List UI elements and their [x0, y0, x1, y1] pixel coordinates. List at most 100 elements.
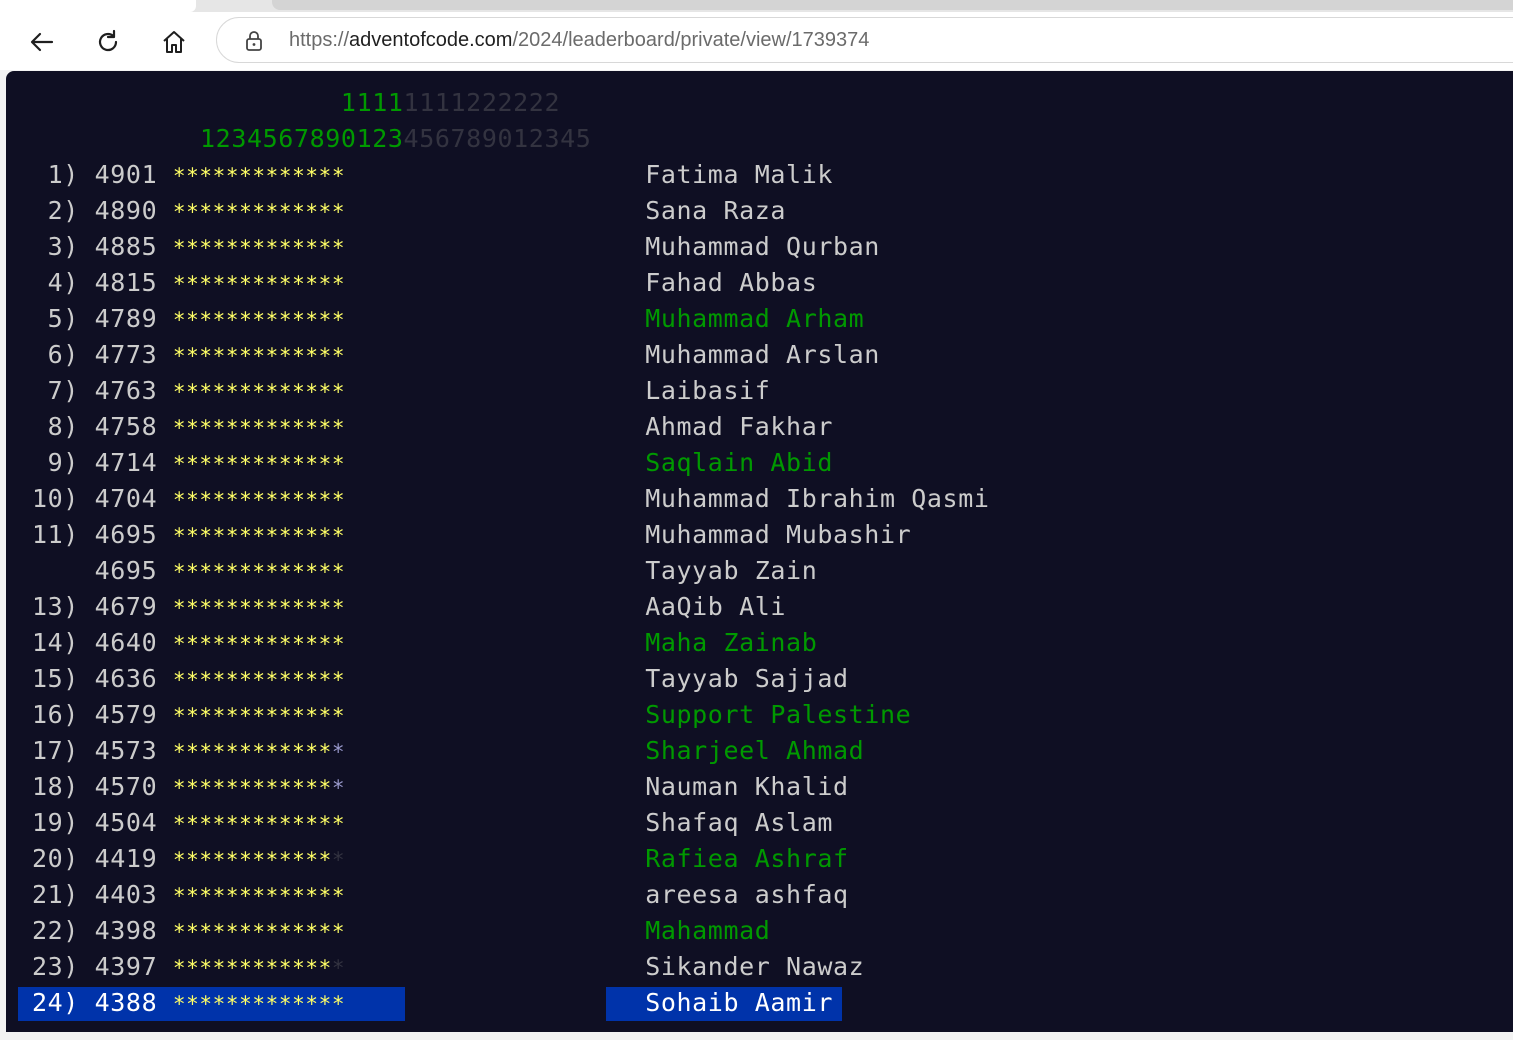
gold-star-icon: *: [318, 920, 332, 944]
member-name: areesa ashfaq: [645, 880, 849, 909]
gold-star-icon: *: [292, 848, 306, 872]
gold-star-icon: *: [225, 236, 240, 260]
gold-star-icon: *: [265, 236, 279, 260]
gold-star-icon: *: [212, 200, 226, 224]
gold-star-icon: *: [186, 884, 200, 908]
gold-star-icon: *: [172, 740, 187, 764]
member-name-link[interactable]: Sharjeel Ahmad: [645, 733, 864, 769]
gold-star-icon: *: [172, 884, 187, 908]
gold-star-icon: *: [331, 920, 346, 944]
gold-star-icon: *: [225, 488, 240, 512]
gold-star-icon: *: [331, 632, 346, 656]
gold-star-icon: *: [265, 308, 279, 332]
leaderboard-row: 13) 4679 *************: [32, 589, 345, 626]
gold-star-icon: *: [318, 956, 332, 980]
gold-star-icon: *: [172, 776, 187, 800]
member-name: Laibasif: [645, 376, 771, 405]
gold-star-icon: *: [331, 992, 346, 1016]
gold-star-icon: *: [172, 524, 187, 548]
gold-star-icon: *: [225, 308, 240, 332]
gold-star-icon: *: [199, 704, 213, 728]
score: 4504: [94, 808, 173, 837]
active-tab[interactable]: [0, 0, 196, 12]
rank: 2): [32, 196, 95, 225]
gold-star-icon: *: [199, 920, 213, 944]
member-name-link[interactable]: Rafiea Ashraf: [645, 841, 848, 877]
gold-star-icon: *: [292, 668, 306, 692]
gold-star-icon: *: [331, 452, 346, 476]
gold-star-icon: *: [305, 956, 319, 980]
gold-star-icon: *: [292, 236, 306, 260]
member-name-link[interactable]: Support Palestine: [645, 697, 911, 733]
gold-star-icon: *: [331, 704, 346, 728]
gold-star-icon: *: [172, 452, 187, 476]
member-name: Muhammad Qurban: [645, 232, 880, 261]
gold-star-icon: *: [265, 164, 279, 188]
refresh-button[interactable]: [90, 26, 126, 58]
gold-star-icon: *: [239, 164, 253, 188]
member-name: Ahmad Fakhar: [645, 412, 834, 441]
gold-star-icon: *: [212, 308, 226, 332]
gold-star-icon: *: [305, 812, 319, 836]
gold-star-icon: *: [331, 308, 346, 332]
gold-star-icon: *: [239, 272, 253, 296]
member-name-link[interactable]: Maha Zainab: [645, 625, 817, 661]
gold-star-icon: *: [318, 272, 332, 296]
gold-star-icon: *: [199, 200, 213, 224]
gold-star-icon: *: [212, 992, 226, 1016]
member-name-link[interactable]: Mahammad: [645, 913, 770, 949]
gold-star-icon: *: [252, 164, 266, 188]
gold-star-icon: *: [252, 452, 266, 476]
gold-star-icon: *: [252, 704, 266, 728]
lock-icon[interactable]: [243, 30, 265, 52]
back-button[interactable]: [24, 26, 60, 58]
gold-star-icon: *: [305, 380, 319, 404]
gold-star-icon: *: [199, 812, 213, 836]
gold-star-icon: *: [305, 596, 319, 620]
gold-star-icon: *: [305, 848, 319, 872]
gold-star-icon: *: [172, 200, 187, 224]
gold-star-icon: *: [305, 704, 319, 728]
leaderboard-page: 11111111222222 1234567890123456789012345…: [6, 71, 1513, 1032]
url-text[interactable]: https://adventofcode.com/2024/leaderboar…: [289, 29, 869, 52]
gold-star-icon: *: [331, 596, 346, 620]
member-name-link[interactable]: Saqlain Abid: [645, 445, 833, 481]
score: 4419: [94, 844, 173, 873]
gold-star-icon: *: [252, 812, 266, 836]
gold-star-icon: *: [172, 596, 187, 620]
leaderboard-row: 7) 4763 *************: [32, 373, 345, 410]
rank: 23): [32, 952, 95, 981]
url-domain: adventofcode.com: [349, 29, 513, 51]
gold-star-icon: *: [292, 812, 306, 836]
gold-star-icon: *: [265, 272, 279, 296]
address-bar[interactable]: https://adventofcode.com/2024/leaderboar…: [216, 17, 1513, 63]
gold-star-icon: *: [331, 380, 346, 404]
gold-star-icon: *: [252, 992, 266, 1016]
score: 4403: [94, 880, 173, 909]
gold-star-icon: *: [199, 524, 213, 548]
gold-star-icon: *: [199, 488, 213, 512]
gold-star-icon: *: [199, 344, 213, 368]
gold-star-icon: *: [239, 848, 253, 872]
gold-star-icon: *: [265, 884, 279, 908]
gold-star-icon: *: [239, 740, 253, 764]
gold-star-icon: *: [225, 560, 240, 584]
member-name-link[interactable]: Muhammad Arham: [645, 301, 864, 337]
gold-star-icon: *: [318, 344, 332, 368]
gold-star-icon: *: [212, 848, 226, 872]
gold-star-icon: *: [252, 740, 266, 764]
rank: 24): [32, 988, 95, 1017]
gold-star-icon: *: [318, 452, 332, 476]
gold-star-icon: *: [186, 560, 200, 584]
gold-star-icon: *: [212, 488, 226, 512]
member-name: Muhammad Arslan: [645, 340, 880, 369]
gold-star-icon: *: [278, 848, 293, 872]
gold-star-icon: *: [292, 272, 306, 296]
member-name: Tayyab Zain: [645, 556, 818, 585]
gold-star-icon: *: [212, 884, 226, 908]
gold-star-icon: *: [186, 488, 200, 512]
gold-star-icon: *: [212, 740, 226, 764]
gold-star-icon: *: [239, 560, 253, 584]
inactive-tabs[interactable]: [272, 0, 1513, 10]
home-button[interactable]: [156, 26, 192, 58]
